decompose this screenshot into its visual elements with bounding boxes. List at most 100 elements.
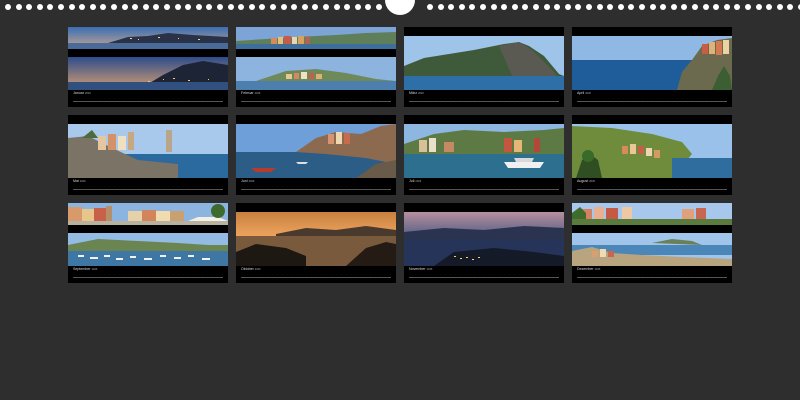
day-marker: · — [202, 273, 204, 276]
day-marker: · — [558, 97, 560, 100]
day-marker: · — [711, 185, 713, 188]
day-marker: · — [109, 273, 110, 276]
month-page-may[interactable]: Mai2026 · · · · · · · · · · · · · · · · · · · · · · · · · · · · · · · — [68, 115, 228, 195]
month-page-june[interactable]: Juni2026 · · · · · · · · · · · · · · · · · · · · · · · · · · · · · · · — [236, 115, 396, 195]
month-page-january[interactable]: Januar2026 · · · · · · · · · · · · · · · · · · · · · · · · · · · · ·… — [68, 27, 228, 107]
day-marker: · — [716, 97, 718, 100]
day-marker: · — [242, 185, 244, 188]
day-marker: · — [583, 273, 585, 276]
day-marker: · — [89, 185, 91, 188]
day-marker: · — [148, 273, 150, 276]
day-marker: · — [513, 97, 515, 100]
day-marker: · — [272, 273, 273, 276]
day-marker: · — [445, 97, 446, 100]
day-marker: · — [449, 273, 451, 276]
binding-hole — [586, 4, 592, 10]
day-marker: · — [613, 97, 614, 100]
binding-hole — [344, 4, 351, 10]
day-marker: · — [360, 185, 362, 188]
day-marker: · — [706, 185, 708, 188]
day-marker: · — [588, 185, 590, 188]
day-rule — [73, 277, 223, 278]
day-marker: · — [94, 185, 96, 188]
day-marker: · — [425, 273, 427, 276]
day-marker: · — [701, 185, 703, 188]
binding-hole — [617, 4, 624, 10]
day-marker: · — [173, 273, 174, 276]
month-year: 2026 — [248, 180, 255, 183]
month-page-july[interactable]: Juli2026 · · · · · · · · · · · · · · · · · · · · · · · · · · · · · · · — [404, 115, 564, 195]
day-marker: · — [197, 185, 199, 188]
day-marker: · — [681, 185, 683, 188]
day-marker: · — [143, 273, 145, 276]
day-marker: · — [375, 273, 377, 276]
month-page-february[interactable]: Februar2026 · · · · · · · · · · · · · · · · · · · · · · · · · · · ·… — [236, 27, 396, 107]
day-marker: · — [672, 185, 673, 188]
day-marker: · — [617, 185, 619, 188]
binding-hole — [376, 4, 382, 10]
day-marker: · — [415, 185, 417, 188]
day-marker: · — [247, 185, 249, 188]
month-page-december[interactable]: Dezember2026 · · · · · · · · · · · · · · · · · · · · · · · · · · ·… — [572, 203, 732, 283]
month-page-april[interactable]: April2026 · · · · · · · · · · · · · · · · · · · · · · · · · · · · · ·… — [572, 27, 732, 107]
binding-hole — [323, 4, 329, 10]
day-marker: · — [652, 273, 654, 276]
month-photo — [404, 36, 564, 90]
day-marker: · — [598, 273, 600, 276]
day-rule — [241, 277, 391, 278]
day-marker: · — [677, 185, 678, 188]
month-caption: Oktober2026 — [241, 267, 261, 272]
binding-hole — [280, 4, 287, 10]
day-marker: · — [553, 185, 555, 188]
month-page-march[interactable]: März2026 · · · · · · · · · · · · · · · · · · · · · · · · · · · · · · · — [404, 27, 564, 107]
day-marker: · — [84, 97, 86, 100]
day-marker: · — [123, 185, 125, 188]
day-marker: · — [138, 185, 140, 188]
day-marker: · — [583, 97, 585, 100]
day-marker: · — [440, 185, 441, 188]
day-marker: · — [499, 97, 500, 100]
binding-hole — [89, 4, 96, 10]
day-marker: · — [701, 97, 703, 100]
binding-hole — [564, 4, 571, 10]
day-marker: · — [138, 273, 140, 276]
month-year: 2026 — [418, 92, 424, 95]
day-marker: · — [637, 97, 639, 100]
day-marker: · — [360, 97, 362, 100]
day-marker: · — [242, 273, 244, 276]
month-photo — [404, 212, 564, 266]
day-marker: · — [326, 97, 328, 100]
day-marker: · — [158, 97, 160, 100]
day-marker: · — [667, 273, 668, 276]
month-page-november[interactable]: November2026 · · · · · · · · · · · · · · · · · · · · · · · · · · ·… — [404, 203, 564, 283]
day-marker: · — [123, 97, 125, 100]
month-page-october[interactable]: Oktober2026 · · · · · · · · · · · · · · · · · · · · · · · · · · · ·… — [236, 203, 396, 283]
day-marker: · — [89, 97, 91, 100]
day-marker: · — [504, 273, 505, 276]
day-marker: · — [113, 185, 115, 188]
binding-hole — [132, 4, 139, 10]
day-marker: · — [168, 185, 169, 188]
day-marker: · — [182, 97, 184, 100]
day-marker: · — [662, 185, 664, 188]
month-name: Dezember — [577, 267, 594, 271]
day-marker: · — [469, 273, 471, 276]
month-photo — [68, 124, 228, 178]
day-rule — [73, 189, 223, 190]
month-page-september[interactable]: September2026 · · · · · · · · · · · · · · · · · · · · · · · · · ·… — [68, 203, 228, 283]
day-marker: · — [415, 273, 417, 276]
day-marker: · — [523, 185, 525, 188]
day-marker: · — [355, 185, 357, 188]
day-marker: · — [686, 185, 688, 188]
binding-hole — [111, 4, 117, 10]
month-name: November — [409, 267, 426, 271]
day-marker: · — [716, 273, 718, 276]
day-marker: · — [375, 97, 377, 100]
day-marker: · — [247, 97, 249, 100]
day-marker: · — [721, 185, 723, 188]
binding-hole — [670, 4, 677, 10]
month-page-august[interactable]: August2026 · · · · · · · · · · · · · · · · · · · · · · · · · · · · ·… — [572, 115, 732, 195]
day-marker: · — [148, 97, 150, 100]
day-marker: · — [341, 97, 342, 100]
day-rule — [73, 101, 223, 102]
